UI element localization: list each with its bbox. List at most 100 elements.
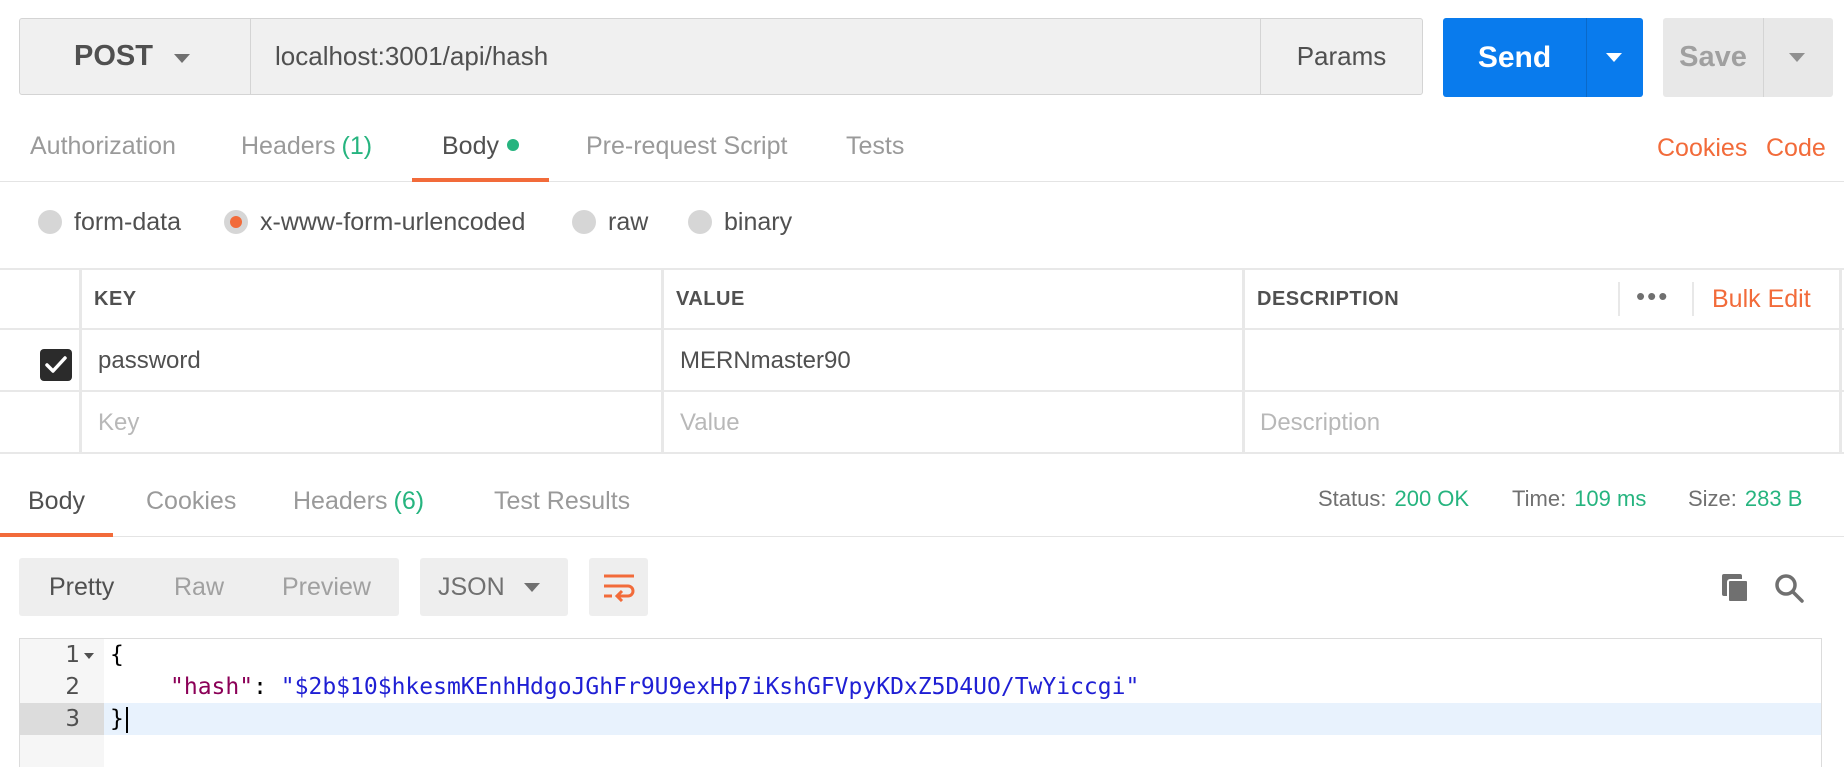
code-text: } <box>110 703 128 735</box>
json-string-value: "$2b$10$hkesmKEnhHdgoJGhFr9U9exHp7iKshGF… <box>280 674 1140 700</box>
radio-circle <box>572 210 596 234</box>
tab-label: Pre-request Script <box>586 132 788 160</box>
body-indicator-dot <box>506 139 519 152</box>
tab-headers[interactable]: Headers (1) <box>211 110 402 182</box>
size-label: Size: <box>1688 486 1737 511</box>
params-button[interactable]: Params <box>1260 18 1423 95</box>
description-column-header: DESCRIPTION <box>1257 288 1400 310</box>
radio-circle-checked <box>224 210 248 234</box>
tab-response-body[interactable]: Body <box>0 465 113 537</box>
send-divider <box>1586 18 1587 97</box>
code-line-active: 3 } <box>20 703 1821 735</box>
radio-raw[interactable]: raw <box>572 196 648 248</box>
tab-label: Test Results <box>494 487 631 515</box>
radio-label: binary <box>724 207 793 236</box>
response-body-editor[interactable]: 1 { 2 "hash": "$2b$10$hkesmKEnhHdgoJGhFr… <box>19 638 1822 767</box>
time-value: 109 ms <box>1574 486 1647 511</box>
tab-test-results[interactable]: Test Results <box>464 465 660 537</box>
header-separator <box>1618 282 1620 316</box>
json-colon: : <box>253 674 281 700</box>
format-select[interactable]: JSON <box>420 558 568 616</box>
code-line: 2 "hash": "$2b$10$hkesmKEnhHdgoJGhFr9U9e… <box>20 671 1821 703</box>
key-column-header: KEY <box>94 288 137 310</box>
line-number: 2 <box>65 674 80 700</box>
save-label: Save <box>1679 41 1747 73</box>
fold-toggle-icon[interactable] <box>84 653 94 659</box>
radio-label: raw <box>608 207 649 236</box>
table-header-row: KEY VALUE DESCRIPTION ••• Bulk Edit <box>0 268 1844 330</box>
radio-label: x-www-form-urlencoded <box>260 207 526 236</box>
tab-authorization[interactable]: Authorization <box>0 110 206 182</box>
cookies-link[interactable]: Cookies <box>1657 134 1747 163</box>
brace-close: } <box>110 706 124 732</box>
status-label: Status: <box>1318 486 1387 511</box>
checkmark-icon <box>45 356 67 373</box>
url-input[interactable]: localhost:3001/api/hash <box>251 18 1260 95</box>
radio-circle <box>38 210 62 234</box>
key-input[interactable]: password <box>98 330 201 392</box>
radio-binary[interactable]: binary <box>688 196 792 248</box>
tab-pre-request-script[interactable]: Pre-request Script <box>556 110 817 182</box>
view-raw-button[interactable]: Raw <box>174 558 224 616</box>
response-status: Status: 200 OK <box>1318 486 1469 512</box>
time-label: Time: <box>1512 486 1567 511</box>
tab-label: Tests <box>846 132 905 160</box>
description-input[interactable] <box>1260 330 1830 392</box>
send-button[interactable]: Send <box>1443 18 1643 97</box>
tab-response-headers[interactable]: Headers (6) <box>263 465 454 537</box>
status-value: 200 OK <box>1394 486 1470 511</box>
url-value: localhost:3001/api/hash <box>275 41 549 71</box>
code-text: "hash": "$2b$10$hkesmKEnhHdgoJGhFr9U9exH… <box>170 671 1139 703</box>
brace-open: { <box>110 642 124 668</box>
response-time: Time: 109 ms <box>1512 486 1646 512</box>
description-placeholder[interactable]: Description <box>1260 392 1380 454</box>
radio-x-www-form-urlencoded[interactable]: x-www-form-urlencoded <box>224 196 525 248</box>
tab-tests[interactable]: Tests <box>816 110 934 182</box>
chevron-down-icon <box>524 583 540 592</box>
header-separator <box>1692 282 1694 316</box>
request-tabs: Authorization Headers (1) Body Pre-reques… <box>0 110 1844 182</box>
view-mode-group: Pretty Raw Preview <box>19 558 399 616</box>
code-link[interactable]: Code <box>1766 134 1826 163</box>
tab-label: Body <box>28 487 85 515</box>
key-placeholder[interactable]: Key <box>98 392 139 454</box>
save-button[interactable]: Save <box>1663 18 1833 97</box>
chevron-down-icon[interactable] <box>1606 53 1622 62</box>
size-value: 283 B <box>1744 486 1803 511</box>
copy-icon[interactable] <box>1720 572 1752 604</box>
headers-count: (1) <box>341 132 373 160</box>
send-label: Send <box>1477 41 1552 74</box>
tab-label: Authorization <box>30 132 176 160</box>
line-number: 1 <box>65 642 80 668</box>
code-line: 1 { <box>20 639 1821 671</box>
save-divider <box>1763 18 1764 97</box>
more-icon[interactable]: ••• <box>1636 283 1669 309</box>
view-pretty-button[interactable]: Pretty <box>49 558 114 616</box>
method-select[interactable]: POST <box>19 18 251 95</box>
tab-response-cookies[interactable]: Cookies <box>116 465 266 537</box>
value-input[interactable]: MERNmaster90 <box>680 330 851 392</box>
value-column-header: VALUE <box>676 288 745 310</box>
bulk-edit-button[interactable]: Bulk Edit <box>1712 268 1811 330</box>
search-icon[interactable] <box>1773 572 1805 604</box>
code-text: { <box>110 639 124 671</box>
value-placeholder[interactable]: Value <box>680 392 740 454</box>
chevron-down-icon[interactable] <box>1789 53 1805 62</box>
tab-label: Body <box>442 132 499 160</box>
response-size: Size: 283 B <box>1688 486 1802 512</box>
wrap-lines-button[interactable] <box>589 558 648 616</box>
headers-count: (6) <box>393 487 425 515</box>
tab-body[interactable]: Body <box>412 110 549 182</box>
format-label: JSON <box>438 573 505 601</box>
json-key: "hash" <box>170 674 254 700</box>
text-cursor <box>125 706 128 733</box>
tab-label: Cookies <box>146 487 237 515</box>
row-enabled-checkbox[interactable] <box>40 349 72 381</box>
tab-label: Headers <box>241 132 336 160</box>
radio-circle <box>688 210 712 234</box>
view-preview-button[interactable]: Preview <box>282 558 371 616</box>
radio-form-data[interactable]: form-data <box>38 196 181 248</box>
tab-label: Headers <box>293 487 388 515</box>
radio-label: form-data <box>74 207 181 236</box>
line-number: 3 <box>65 706 80 732</box>
